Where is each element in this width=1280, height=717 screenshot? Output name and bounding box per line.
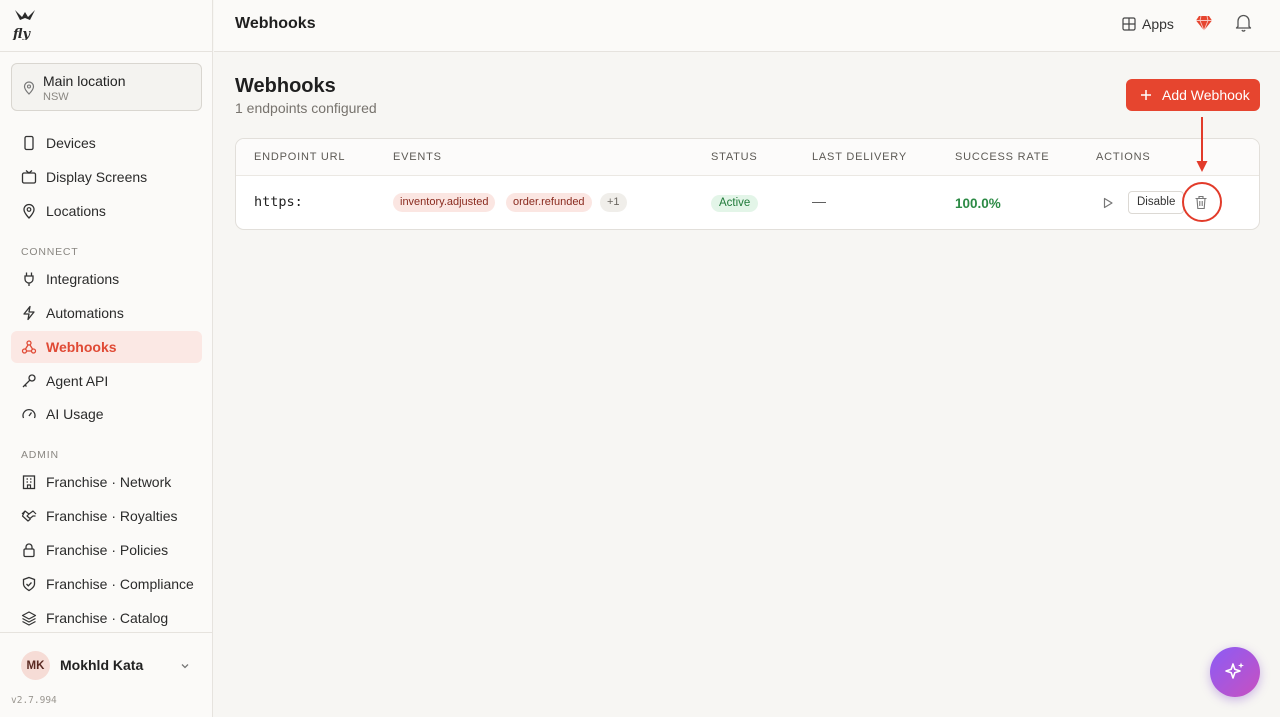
lightning-icon	[23, 305, 35, 321]
success-rate: 100.0%	[955, 196, 1001, 211]
map-pin-icon	[23, 203, 35, 219]
user-name[interactable]: Mokhld Kata	[60, 657, 143, 673]
avatar[interactable]: MK	[21, 651, 50, 680]
more-events-chip[interactable]: +1	[600, 193, 627, 212]
column-header: LAST DELIVERY	[812, 151, 907, 163]
sidebar-item-agent-api[interactable]: Agent API	[11, 365, 202, 397]
column-header: ACTIONS	[1096, 151, 1151, 163]
sidebar-item-label: Franchise · Network	[46, 474, 172, 490]
location-name: Main location	[43, 73, 126, 89]
sidebar-item-label: Agent API	[46, 373, 109, 389]
sidebar-item-label: Franchise · Compliance	[46, 576, 194, 592]
device-icon	[24, 135, 34, 151]
sidebar-item-label: Webhooks	[46, 339, 117, 355]
lock-icon	[23, 543, 35, 558]
app-version: v2.7.994	[11, 695, 57, 706]
column-header: ENDPOINT URL	[254, 151, 346, 163]
apps-label: Apps	[1142, 16, 1174, 32]
event-chip: inventory.adjusted	[393, 193, 496, 212]
key-icon	[22, 374, 36, 388]
add-webhook-button[interactable]: Add Webhook	[1126, 79, 1260, 111]
webhook-icon	[21, 340, 37, 354]
disable-button[interactable]: Disable	[1128, 191, 1185, 214]
apps-button[interactable]: Apps	[1122, 14, 1174, 34]
building-icon	[22, 475, 36, 490]
location-region: NSW	[43, 91, 69, 103]
sidebar-item-ai-usage[interactable]: AI Usage	[11, 398, 202, 430]
sidebar-item-label: Franchise · Royalties	[46, 508, 178, 524]
display-icon	[21, 170, 37, 184]
sidebar-item-label: Franchise · Catalog	[46, 610, 169, 626]
sparkle-icon	[1225, 662, 1244, 679]
column-header: SUCCESS RATE	[955, 151, 1050, 163]
sidebar-item-automations[interactable]: Automations	[11, 297, 202, 329]
sidebar-item-webhooks[interactable]: Webhooks	[11, 331, 202, 363]
sidebar-item-franchise-network[interactable]: Franchise · Network	[11, 466, 202, 498]
sidebar-item-integrations[interactable]: Integrations	[11, 263, 202, 295]
divider	[0, 632, 213, 633]
sidebar-item-label: AI Usage	[46, 406, 104, 422]
event-chip: order.refunded	[506, 193, 592, 212]
grid-icon	[1122, 17, 1136, 31]
sidebar-item-franchise-policies[interactable]: Franchise · Policies	[11, 534, 202, 566]
handshake-icon	[21, 510, 37, 522]
header-title: Webhooks	[235, 15, 316, 32]
fly-logo[interactable]: fly	[12, 8, 38, 40]
sidebar-item-label: Locations	[46, 203, 106, 219]
column-header: EVENTS	[393, 151, 442, 163]
sidebar-item-label: Franchise · Policies	[46, 542, 169, 558]
svg-text:fly: fly	[12, 27, 31, 40]
status-badge: Active	[711, 195, 759, 212]
page-subtitle: 1 endpoints configured	[235, 100, 377, 116]
page-title: Webhooks	[235, 75, 336, 97]
play-icon[interactable]	[1102, 197, 1114, 209]
last-delivery: —	[812, 193, 826, 209]
sidebar-item-display-screens[interactable]: Display Screens	[11, 161, 202, 193]
sidebar-item-franchise-catalog[interactable]: Franchise · Catalog	[11, 602, 202, 634]
webhooks-table: ENDPOINT URL EVENTS STATUS LAST DELIVERY…	[235, 138, 1260, 230]
plus-icon	[1141, 90, 1151, 100]
annotation-circle	[1182, 182, 1222, 222]
sidebar-item-locations[interactable]: Locations	[11, 195, 202, 227]
layers-icon	[21, 611, 37, 626]
sidebar-item-label: Display Screens	[46, 169, 148, 185]
ai-assistant-button[interactable]	[1210, 647, 1260, 697]
map-pin-icon	[23, 81, 35, 95]
annotation-arrow	[1196, 117, 1208, 172]
bell-icon[interactable]	[1235, 13, 1252, 32]
sidebar-item-franchise-compliance[interactable]: Franchise · Compliance	[11, 568, 202, 600]
endpoint-url: https:	[254, 194, 303, 210]
gauge-icon	[22, 408, 36, 419]
divider	[0, 51, 213, 52]
sidebar-item-devices[interactable]: Devices	[11, 127, 202, 159]
table-row[interactable]: https: inventory.adjusted order.refunded…	[236, 176, 1259, 229]
chevron-down-icon[interactable]	[179, 660, 191, 672]
section-label-connect: CONNECT	[21, 246, 79, 258]
plug-icon	[24, 272, 34, 286]
sidebar-item-label: Automations	[46, 305, 124, 321]
sidebar-item-label: Integrations	[46, 271, 120, 287]
location-switcher[interactable]: Main location NSW	[11, 63, 202, 111]
top-bar: Webhooks Apps	[214, 0, 1280, 52]
gem-icon[interactable]	[1195, 14, 1213, 32]
shield-check-icon	[22, 576, 36, 592]
add-webhook-label: Add Webhook	[1162, 87, 1250, 103]
section-label-admin: ADMIN	[21, 449, 59, 461]
sidebar: fly Main location NSW Devices Display Sc…	[0, 0, 213, 717]
table-header: ENDPOINT URL EVENTS STATUS LAST DELIVERY…	[236, 139, 1259, 176]
sidebar-item-label: Devices	[46, 135, 96, 151]
column-header: STATUS	[711, 151, 758, 163]
sidebar-item-franchise-royalties[interactable]: Franchise · Royalties	[11, 500, 202, 532]
